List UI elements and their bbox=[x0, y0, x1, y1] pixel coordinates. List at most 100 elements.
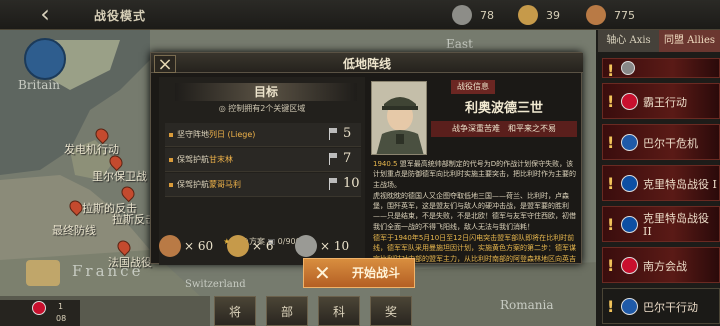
alert-icon bbox=[607, 131, 614, 155]
general-avatar-icon bbox=[372, 82, 426, 154]
resource-value: 39 bbox=[546, 8, 560, 22]
gold-medal-icon bbox=[227, 235, 249, 257]
silver-medal-icon bbox=[295, 235, 317, 257]
objective-value: 7 bbox=[343, 151, 352, 166]
bullet-icon bbox=[169, 158, 173, 162]
nav-generals[interactable]: 将领 bbox=[214, 296, 256, 326]
bottom-nav: 将领 部队 科技 奖章 bbox=[214, 296, 422, 326]
resource-gold: 39 bbox=[518, 4, 560, 26]
alert-icon bbox=[607, 172, 614, 196]
general-skills: 战争深重苦难 和平来之不易 bbox=[431, 121, 577, 137]
page-title: 战役模式 bbox=[94, 9, 147, 23]
map-label-romania: Romania bbox=[500, 298, 554, 312]
reward-item: × 10 bbox=[295, 231, 363, 261]
campaign-item-label: 克里特岛战役 II bbox=[643, 212, 709, 238]
alert-icon bbox=[607, 213, 614, 237]
campaign-item-label: 巴尔干行动 bbox=[643, 300, 698, 314]
flag-icon bbox=[621, 257, 638, 274]
campaign-item[interactable]: 霸王行动 bbox=[602, 83, 720, 119]
bronze-star-icon bbox=[159, 235, 181, 257]
nav-tech[interactable]: 科技 bbox=[318, 296, 360, 326]
flag-icon bbox=[329, 178, 339, 190]
nav-troops[interactable]: 部队 bbox=[266, 296, 308, 326]
flag-icon bbox=[621, 298, 638, 315]
objectives-header: 目标 bbox=[175, 83, 357, 101]
dialog-title: 低地阵线 bbox=[342, 57, 391, 71]
reward-value: × 60 bbox=[184, 239, 214, 253]
flag-icon bbox=[329, 153, 339, 165]
objective-row: 保驾护航甘末林 7 bbox=[165, 148, 361, 172]
flag-icon bbox=[329, 128, 339, 140]
location-label[interactable]: 发电机行动 bbox=[64, 141, 119, 157]
campaign-item[interactable]: 南方会战 bbox=[602, 247, 720, 283]
resource-value: 775 bbox=[614, 8, 635, 22]
campaign-item[interactable]: 克里特岛战役 II bbox=[602, 206, 720, 242]
objective-row: 坚守阵地列日 (Liege) 5 bbox=[165, 123, 361, 147]
objective-text: 保驾护航蒙哥马利 bbox=[177, 180, 241, 189]
campaign-item-label: 南方会战 bbox=[643, 259, 687, 273]
alert-icon bbox=[607, 295, 614, 319]
silver-medal-icon bbox=[452, 5, 472, 25]
location-label[interactable]: 法国战役 bbox=[108, 254, 152, 270]
emblem-icon[interactable] bbox=[24, 38, 66, 80]
campaign-item-label: 巴尔干危机 bbox=[643, 136, 698, 150]
close-icon: × bbox=[157, 54, 173, 75]
bottom-left-bar: 1 08 bbox=[0, 300, 80, 326]
bullet-icon bbox=[169, 183, 173, 187]
tab-axis[interactable]: 轴心 Axis bbox=[598, 30, 659, 52]
reward-value: × 6 bbox=[252, 239, 274, 253]
back-button[interactable]: ‹ bbox=[30, 1, 60, 29]
flag-icon bbox=[621, 134, 638, 151]
alert-icon bbox=[607, 90, 614, 114]
chevron-left-icon: ‹ bbox=[40, 0, 50, 28]
tab-allies[interactable]: 同盟 Allies bbox=[659, 30, 720, 52]
objectives-subtitle: ◎ 控制拥有2个关键区域 bbox=[218, 104, 306, 113]
resource-value: 78 bbox=[480, 8, 494, 22]
campaign-item[interactable]: 巴尔干危机 bbox=[602, 124, 720, 160]
trophy-icon[interactable] bbox=[26, 260, 60, 286]
reward-list: × 60 × 6 × 10 bbox=[159, 231, 365, 261]
general-name: 利奥波德三世 bbox=[464, 101, 543, 116]
campaign-item[interactable]: 克里特岛战役 I bbox=[602, 165, 720, 201]
reward-item: × 60 bbox=[159, 231, 227, 261]
campaign-item-label: 霸王行动 bbox=[643, 95, 687, 109]
map-label-britain: Britain bbox=[18, 78, 60, 92]
gold-medal-icon bbox=[518, 5, 538, 25]
campaign-item[interactable] bbox=[602, 58, 720, 80]
location-label[interactable]: 最终防线 bbox=[52, 222, 96, 238]
objective-text: 坚守阵地列日 (Liege) bbox=[177, 130, 256, 139]
flag-icon bbox=[621, 93, 638, 110]
resource-silver: 78 bbox=[452, 4, 494, 26]
campaign-item-selected[interactable]: 巴尔干行动 bbox=[602, 288, 720, 324]
close-button[interactable]: × bbox=[154, 54, 176, 75]
flag-icon bbox=[32, 301, 46, 315]
general-portrait bbox=[371, 81, 427, 155]
top-bar: ‹ 战役模式 78 39 775 bbox=[0, 0, 720, 30]
flag-icon bbox=[621, 216, 638, 233]
bullet-icon bbox=[169, 133, 173, 137]
alert-icon bbox=[607, 59, 614, 80]
page-total: 08 bbox=[56, 314, 67, 323]
reward-item: × 6 bbox=[227, 231, 295, 261]
campaign-story: 1940.5 盟军最高统帅部制定的代号为D的作战计划保守失败，该计划重点是防御德… bbox=[373, 160, 576, 265]
faction-tabs: 轴心 Axis 同盟 Allies bbox=[598, 30, 720, 52]
campaign-list: 霸王行动 巴尔干危机 克里特岛战役 I 克里特岛战役 II 南方会战 巴尔干行动 bbox=[602, 58, 720, 326]
location-label[interactable]: 里尔保卫战 bbox=[92, 168, 147, 184]
campaign-item-label: 克里特岛战役 I bbox=[643, 177, 717, 191]
flag-icon bbox=[621, 61, 635, 75]
objective-list: 坚守阵地列日 (Liege) 5 保驾护航甘末林 7 保驾护航蒙哥马利 10 bbox=[165, 123, 361, 198]
objective-value: 5 bbox=[343, 126, 352, 141]
alert-icon bbox=[607, 254, 614, 278]
reward-value: × 10 bbox=[320, 239, 350, 253]
nav-medals[interactable]: 奖章 bbox=[370, 296, 412, 326]
bronze-star-icon bbox=[586, 5, 606, 25]
objective-text: 保驾护航甘末林 bbox=[177, 155, 233, 164]
info-badge: 战役信息 bbox=[451, 80, 495, 94]
start-battle-button[interactable]: ✕ 开始战斗 bbox=[303, 258, 415, 288]
objective-row: 保驾护航蒙哥马利 10 bbox=[165, 173, 361, 197]
map-label-switzerland: Switzerland bbox=[185, 279, 246, 290]
resource-bronze: 775 bbox=[586, 4, 635, 26]
campaign-dialog: 低地阵线 × 目标 ◎ 控制拥有2个关键区域 坚守阵地列日 (Liege) 5 … bbox=[150, 52, 583, 265]
crossed-swords-icon: ✕ bbox=[314, 261, 331, 285]
flag-icon bbox=[621, 175, 638, 192]
